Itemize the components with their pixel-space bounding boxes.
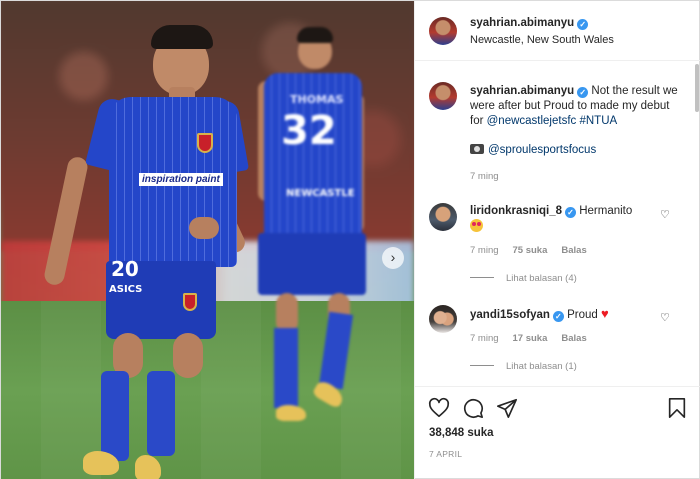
like-count[interactable]: 38,848 suka: [429, 427, 494, 439]
foreground-player: inspiration paint 20 ASICS: [42, 21, 251, 479]
comment-time[interactable]: 7 ming: [470, 245, 499, 256]
mention-link[interactable]: @newcastlejetsfc: [487, 115, 577, 127]
player-boot: [135, 455, 161, 479]
post-photo[interactable]: THOMAS 32 NEWCASTLE inspiration paint 20…: [1, 1, 414, 479]
comment-meta: 7 ming 17 suka Balas: [470, 333, 601, 344]
caption-avatar[interactable]: [429, 82, 457, 110]
like-comment-heart-icon[interactable]: ♡: [660, 208, 670, 221]
post-date[interactable]: 7 APRIL: [429, 449, 462, 459]
view-replies[interactable]: Lihat balasan (1): [470, 361, 577, 372]
background-player: THOMAS 32 NEWCASTLE: [256, 23, 371, 433]
replies-divider: [470, 277, 494, 278]
like-comment-heart-icon[interactable]: ♡: [660, 311, 670, 324]
player-leg: [276, 293, 298, 333]
comment-text: Hermanito: [576, 205, 633, 217]
comment-username[interactable]: liridonkrasniqi_8: [470, 205, 562, 217]
player-sock: [147, 371, 175, 456]
share-icon[interactable]: [496, 397, 518, 419]
comments-section: syahrian.abimanyu ✓ Not the result we wer…: [415, 62, 700, 386]
player-hand: [189, 217, 219, 239]
caption: syahrian.abimanyu ✓ Not the result we wer…: [470, 84, 685, 129]
post-location[interactable]: Newcastle, New South Wales: [470, 34, 614, 46]
view-replies[interactable]: Lihat balasan (4): [470, 273, 577, 284]
replies-divider: [470, 365, 494, 366]
verified-badge-icon: ✓: [577, 87, 589, 98]
shorts-badge: [183, 293, 197, 311]
comment-username[interactable]: yandi15sofyan: [470, 309, 550, 321]
comment-time[interactable]: 7 ming: [470, 333, 499, 344]
next-photo-button[interactable]: ›: [382, 247, 404, 269]
caption-time[interactable]: 7 ming: [470, 171, 499, 182]
red-heart-emoji-icon: ♥: [601, 306, 609, 321]
comment-text: Proud: [563, 309, 598, 321]
reply-button[interactable]: Balas: [561, 245, 586, 256]
heart-icon[interactable]: [428, 397, 450, 419]
bookmark-icon[interactable]: [666, 397, 688, 419]
player-name: THOMAS: [290, 93, 344, 106]
player-sock: [101, 371, 129, 461]
comment: liridonkrasniqi_8 ✓ Hermanito: [470, 204, 650, 235]
caption-username[interactable]: syahrian.abimanyu: [470, 85, 574, 97]
player-number: 32: [281, 108, 337, 154]
reply-button[interactable]: Balas: [561, 333, 586, 344]
heart-eyes-emoji-icon: [470, 219, 483, 232]
post-sidebar: syahrian.abimanyu ✓ Newcastle, New South …: [414, 1, 700, 479]
commenter-avatar[interactable]: [429, 203, 457, 231]
back-sponsor: NEWCASTLE: [286, 188, 355, 199]
shorts-brand: ASICS: [109, 284, 143, 295]
comment-likes[interactable]: 17 suka: [513, 333, 548, 344]
post-actions: 38,848 suka 7 APRIL: [415, 386, 700, 479]
club-badge: [197, 133, 213, 153]
author-username-text[interactable]: syahrian.abimanyu: [470, 17, 574, 29]
verified-badge-icon: ✓: [565, 207, 577, 218]
comment: yandi15sofyan ✓ Proud ♥: [470, 306, 650, 323]
player-boot: [276, 405, 306, 421]
player-leg: [173, 333, 203, 378]
verified-badge-icon: ✓: [552, 311, 564, 322]
player-hair: [297, 27, 333, 43]
player-sock: [318, 311, 354, 390]
photo-credit: @sproulesportsfocus: [470, 143, 685, 158]
hashtag-link[interactable]: #NTUA: [576, 115, 617, 127]
player-hair: [151, 25, 213, 49]
comment-likes[interactable]: 75 suka: [513, 245, 548, 256]
comments-scrollbar[interactable]: [695, 64, 699, 112]
comment-meta: 7 ming 75 suka Balas: [470, 245, 601, 256]
shorts-number: 20: [111, 257, 139, 281]
view-replies-text[interactable]: Lihat balasan (4): [506, 273, 577, 284]
shirt-sponsor: inspiration paint: [139, 173, 223, 186]
comment-icon[interactable]: [462, 397, 484, 419]
post-header: syahrian.abimanyu ✓ Newcastle, New South …: [415, 1, 700, 61]
author-username[interactable]: syahrian.abimanyu ✓: [470, 17, 589, 30]
verified-badge-icon: ✓: [577, 19, 589, 30]
instagram-post: THOMAS 32 NEWCASTLE inspiration paint 20…: [0, 0, 700, 479]
player-sock: [274, 328, 298, 408]
author-avatar[interactable]: [429, 17, 457, 45]
commenter-avatar[interactable]: [429, 305, 457, 333]
player-shorts: [258, 233, 366, 295]
photo-credit-link[interactable]: @sproulesportsfocus: [488, 144, 596, 156]
camera-icon: [470, 144, 484, 154]
view-replies-text[interactable]: Lihat balasan (1): [506, 361, 577, 372]
